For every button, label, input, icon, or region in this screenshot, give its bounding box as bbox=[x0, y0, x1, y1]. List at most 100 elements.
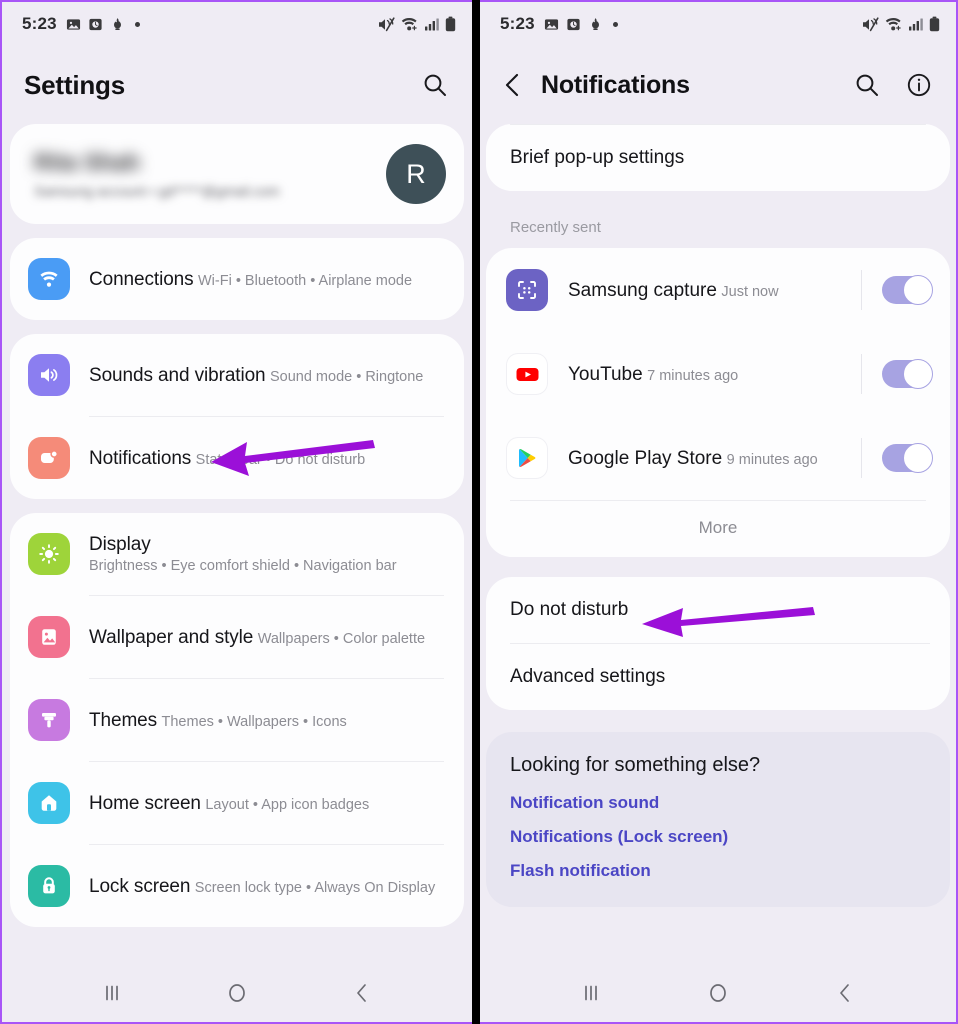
sidebar-item-subtitle: Wi-Fi • Bluetooth • Airplane mode bbox=[197, 272, 413, 289]
info-icon[interactable] bbox=[904, 70, 934, 100]
search-icon[interactable] bbox=[420, 70, 450, 100]
sidebar-item-subtitle: Wallpapers • Color palette bbox=[257, 630, 426, 647]
battery-icon bbox=[445, 16, 456, 32]
paintbrush-icon bbox=[28, 699, 70, 741]
sidebar-item-subtitle: Themes • Wallpapers • Icons bbox=[161, 713, 347, 730]
samsung-capture-icon bbox=[506, 269, 548, 311]
clock-icon bbox=[89, 18, 102, 30]
back-chevron-icon[interactable] bbox=[339, 973, 385, 1013]
samsung-account-row[interactable]: Rita Shah Samsung account • gd*****@gmai… bbox=[10, 124, 464, 224]
app-name: YouTube bbox=[568, 363, 643, 385]
sidebar-item-themes[interactable]: Themes Themes • Wallpapers • Icons bbox=[10, 679, 464, 761]
avatar[interactable]: R bbox=[386, 144, 446, 204]
notifications-content: Brief pop-up settings Recently sent Sams… bbox=[480, 124, 956, 964]
more-button[interactable]: More bbox=[486, 501, 950, 557]
wifi-icon bbox=[401, 17, 417, 30]
volume-icon bbox=[28, 354, 70, 396]
wifi-icon bbox=[885, 17, 901, 30]
nav-bar-left bbox=[2, 964, 472, 1022]
app-timestamp: 7 minutes ago bbox=[647, 367, 739, 384]
sidebar-item-wallpaper-and-style[interactable]: Wallpaper and style Wallpapers • Color p… bbox=[10, 596, 464, 678]
app-name: Google Play Store bbox=[568, 447, 723, 469]
dot-icon bbox=[612, 21, 618, 27]
sidebar-item-title: Wallpaper and style bbox=[89, 626, 254, 648]
sidebar-item-subtitle: Status bar • Do not disturb bbox=[195, 451, 366, 468]
dual-screenshot-container: 5:23 Settings Rita Shah Samsung account … bbox=[0, 0, 958, 1024]
sidebar-item-connections[interactable]: Connections Wi-Fi • Bluetooth • Airplane… bbox=[10, 238, 464, 320]
signal-icon bbox=[425, 18, 439, 30]
clock-icon bbox=[567, 18, 580, 30]
sidebar-item-subtitle: Layout • App icon badges bbox=[205, 796, 370, 813]
looking-heading: Looking for something else? bbox=[510, 754, 761, 776]
back-chevron-icon[interactable] bbox=[822, 973, 868, 1013]
mute-icon bbox=[863, 16, 879, 31]
sidebar-item-display[interactable]: Display Brightness • Eye comfort shield … bbox=[10, 513, 464, 595]
sidebar-item-title: Display bbox=[89, 534, 151, 555]
toggle-google-play-store[interactable] bbox=[882, 443, 933, 473]
recents-icon[interactable] bbox=[89, 973, 135, 1013]
status-bar-left-icons bbox=[66, 17, 140, 32]
list-item-samsung-capture[interactable]: Samsung capture Just now bbox=[486, 248, 950, 332]
play-store-icon bbox=[506, 437, 548, 479]
recents-icon[interactable] bbox=[568, 973, 614, 1013]
app-name: Samsung capture bbox=[568, 279, 717, 301]
settings-group-display: Display Brightness • Eye comfort shield … bbox=[10, 513, 464, 927]
chevron-left-icon[interactable] bbox=[502, 70, 526, 100]
profile-card[interactable]: Rita Shah Samsung account • gd*****@gmai… bbox=[10, 124, 464, 224]
app-timestamp: Just now bbox=[721, 283, 779, 300]
row-brief-popup-settings[interactable]: Brief pop-up settings bbox=[486, 125, 950, 191]
home-icon bbox=[28, 782, 70, 824]
page-title: Notifications bbox=[541, 70, 690, 99]
app-icon bbox=[591, 17, 599, 30]
status-bar-right-icons bbox=[378, 16, 456, 32]
battery-icon bbox=[929, 16, 940, 32]
sidebar-item-subtitle: Screen lock type • Always On Display bbox=[194, 879, 436, 896]
notification-settings-card: Do not disturb Advanced settings bbox=[486, 577, 950, 710]
settings-group-sound-notifications: Sounds and vibration Sound mode • Ringto… bbox=[10, 334, 464, 499]
list-item-youtube[interactable]: YouTube 7 minutes ago bbox=[486, 332, 950, 416]
toggle-samsung-capture[interactable] bbox=[882, 275, 933, 305]
sidebar-item-title: Themes bbox=[89, 709, 158, 731]
list-item-google-play-store[interactable]: Google Play Store 9 minutes ago bbox=[486, 416, 950, 500]
brief-popup-card[interactable]: Brief pop-up settings bbox=[486, 124, 950, 191]
left-app-bar: Settings bbox=[2, 46, 472, 124]
link-flash-notification[interactable]: Flash notification bbox=[510, 861, 926, 881]
nav-bar-right bbox=[480, 964, 956, 1022]
status-bar-left-icons bbox=[544, 17, 618, 32]
wallpaper-icon bbox=[28, 616, 70, 658]
sidebar-item-home-screen[interactable]: Home screen Layout • App icon badges bbox=[10, 762, 464, 844]
row-do-not-disturb[interactable]: Do not disturb bbox=[486, 577, 950, 643]
status-bar-left: 5:23 bbox=[2, 2, 472, 46]
home-circle-icon[interactable] bbox=[214, 973, 260, 1013]
mute-icon bbox=[379, 16, 395, 31]
toggle-separator bbox=[861, 354, 862, 394]
link-notification-sound[interactable]: Notification sound bbox=[510, 793, 926, 813]
account-name: Rita Shah bbox=[34, 148, 141, 175]
sidebar-item-subtitle: Sound mode • Ringtone bbox=[269, 368, 424, 385]
signal-icon bbox=[909, 18, 923, 30]
recently-sent-card: Samsung capture Just now YouTube 7 minut bbox=[486, 248, 950, 557]
right-phone-screen: 5:23 Notifications Brief pop-up settings… bbox=[480, 0, 958, 1024]
left-settings-list: Rita Shah Samsung account • gd*****@gmai… bbox=[2, 124, 472, 964]
row-advanced-settings[interactable]: Advanced settings bbox=[486, 644, 950, 710]
notification-bubble-icon bbox=[28, 437, 70, 479]
toggle-youtube[interactable] bbox=[882, 359, 933, 389]
status-bar-clock: 5:23 bbox=[22, 14, 57, 33]
status-bar-clock: 5:23 bbox=[500, 14, 535, 33]
sidebar-item-title: Home screen bbox=[89, 792, 201, 814]
youtube-icon bbox=[506, 353, 548, 395]
link-notifications-lock-screen[interactable]: Notifications (Lock screen) bbox=[510, 827, 926, 847]
app-icon bbox=[113, 17, 121, 30]
section-label-recently-sent: Recently sent bbox=[510, 219, 601, 236]
toggle-separator bbox=[861, 270, 862, 310]
sidebar-item-notifications[interactable]: Notifications Status bar • Do not distur… bbox=[10, 417, 464, 499]
image-icon bbox=[66, 18, 80, 30]
sidebar-item-lock-screen[interactable]: Lock screen Screen lock type • Always On… bbox=[10, 845, 464, 927]
search-icon[interactable] bbox=[852, 70, 882, 100]
sidebar-item-sounds-and-vibration[interactable]: Sounds and vibration Sound mode • Ringto… bbox=[10, 334, 464, 416]
home-circle-icon[interactable] bbox=[695, 973, 741, 1013]
left-phone-screen: 5:23 Settings Rita Shah Samsung account … bbox=[0, 0, 472, 1024]
looking-for-something-else-card: Looking for something else? Notification… bbox=[486, 732, 950, 907]
page-title: Settings bbox=[24, 69, 125, 100]
status-bar-right: 5:23 bbox=[480, 2, 956, 46]
